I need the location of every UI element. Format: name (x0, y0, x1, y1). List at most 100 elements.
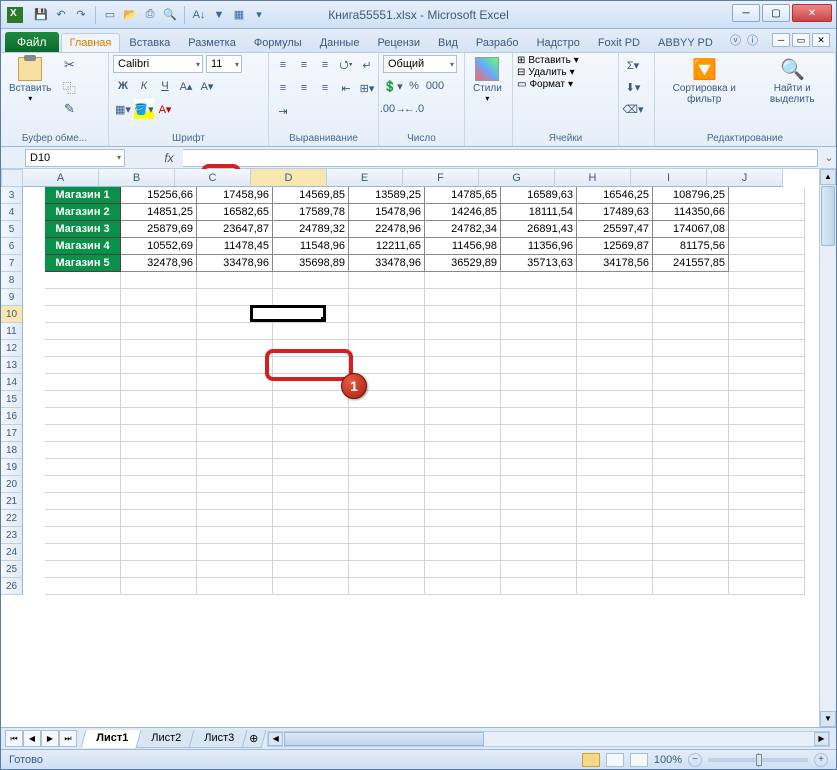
cell-H23[interactable] (577, 527, 653, 544)
row-header-13[interactable]: 13 (1, 357, 23, 374)
grow-font-button[interactable]: A▴ (176, 76, 196, 96)
cell-G8[interactable] (501, 272, 577, 289)
row-header-5[interactable]: 5 (1, 221, 23, 238)
sheet-next-button[interactable]: ▶ (41, 730, 59, 747)
cut-button[interactable] (59, 55, 79, 75)
borders-button[interactable]: ▦▾ (113, 99, 133, 119)
cell-C3[interactable]: 17458,96 (197, 187, 273, 204)
cell-F18[interactable] (425, 442, 501, 459)
cell-B25[interactable] (121, 561, 197, 578)
cell-J23[interactable] (729, 527, 805, 544)
cell-J6[interactable] (729, 238, 805, 255)
cell-C18[interactable] (197, 442, 273, 459)
cell-C25[interactable] (197, 561, 273, 578)
cell-F6[interactable]: 11456,98 (425, 238, 501, 255)
cell-A9[interactable] (45, 289, 121, 306)
cell-D22[interactable] (273, 510, 349, 527)
cell-A14[interactable] (45, 374, 121, 391)
cell-G26[interactable] (501, 578, 577, 595)
row-header-6[interactable]: 6 (1, 238, 23, 255)
cell-J21[interactable] (729, 493, 805, 510)
cell-F8[interactable] (425, 272, 501, 289)
formula-bar-expand-icon[interactable]: ⌄ (822, 151, 836, 164)
cell-I23[interactable] (653, 527, 729, 544)
cell-G5[interactable]: 26891,43 (501, 221, 577, 238)
tab-data[interactable]: Данные (311, 33, 369, 52)
cell-I14[interactable] (653, 374, 729, 391)
cell-G7[interactable]: 35713,63 (501, 255, 577, 272)
cell-D9[interactable] (273, 289, 349, 306)
column-header-F[interactable]: F (403, 169, 479, 187)
column-header-B[interactable]: B (99, 169, 175, 187)
cell-J17[interactable] (729, 425, 805, 442)
cell-J20[interactable] (729, 476, 805, 493)
cell-H17[interactable] (577, 425, 653, 442)
cell-F12[interactable] (425, 340, 501, 357)
cell-G12[interactable] (501, 340, 577, 357)
cell-A18[interactable] (45, 442, 121, 459)
cell-C12[interactable] (197, 340, 273, 357)
merge-button[interactable]: ⊞▾ (357, 78, 377, 98)
cell-A17[interactable] (45, 425, 121, 442)
file-tab[interactable]: Файл (5, 32, 59, 52)
cell-B19[interactable] (121, 459, 197, 476)
cell-B4[interactable]: 14851,25 (121, 204, 197, 221)
cell-G9[interactable] (501, 289, 577, 306)
cell-C6[interactable]: 11478,45 (197, 238, 273, 255)
cell-H6[interactable]: 12569,87 (577, 238, 653, 255)
cell-D8[interactable] (273, 272, 349, 289)
align-center-button[interactable]: ≡ (294, 78, 314, 98)
cell-D15[interactable] (273, 391, 349, 408)
cell-A12[interactable] (45, 340, 121, 357)
cell-B14[interactable] (121, 374, 197, 391)
mdi-minimize-button[interactable]: ─ (772, 33, 790, 47)
qat-table-icon[interactable]: ▦ (231, 7, 247, 23)
cell-C9[interactable] (197, 289, 273, 306)
tab-abbyy[interactable]: ABBYY PD (649, 33, 722, 52)
orientation-button[interactable]: ⭯▾ (336, 55, 356, 75)
align-left-button[interactable]: ≡ (273, 78, 293, 98)
cell-C24[interactable] (197, 544, 273, 561)
percent-button[interactable]: % (404, 76, 424, 96)
cell-B8[interactable] (121, 272, 197, 289)
row-header-3[interactable]: 3 (1, 187, 23, 204)
cell-A24[interactable] (45, 544, 121, 561)
align-right-button[interactable]: ≡ (315, 78, 335, 98)
sheet-last-button[interactable]: ⏭ (59, 730, 77, 747)
column-header-I[interactable]: I (631, 169, 707, 187)
mdi-close-button[interactable]: ✕ (812, 33, 830, 47)
cell-E21[interactable] (349, 493, 425, 510)
qat-filter-icon[interactable]: ▼ (211, 7, 227, 23)
cell-G3[interactable]: 16589,63 (501, 187, 577, 204)
cell-H11[interactable] (577, 323, 653, 340)
cell-D7[interactable]: 35698,89 (273, 255, 349, 272)
cell-C5[interactable]: 23647,87 (197, 221, 273, 238)
column-header-H[interactable]: H (555, 169, 631, 187)
cell-A20[interactable] (45, 476, 121, 493)
cell-D12[interactable] (273, 340, 349, 357)
fill-color-button[interactable]: 🪣▾ (134, 99, 154, 119)
cell-D11[interactable] (273, 323, 349, 340)
cell-H9[interactable] (577, 289, 653, 306)
column-header-D[interactable]: D (251, 169, 327, 187)
cell-G23[interactable] (501, 527, 577, 544)
cell-I24[interactable] (653, 544, 729, 561)
zoom-in-button[interactable]: + (814, 753, 828, 767)
cell-F14[interactable] (425, 374, 501, 391)
cell-A11[interactable] (45, 323, 121, 340)
cell-E11[interactable] (349, 323, 425, 340)
cell-F26[interactable] (425, 578, 501, 595)
cell-D23[interactable] (273, 527, 349, 544)
cell-D18[interactable] (273, 442, 349, 459)
tab-view[interactable]: Вид (429, 33, 467, 52)
cell-G20[interactable] (501, 476, 577, 493)
qat-new-icon[interactable]: ▭ (102, 7, 118, 23)
cell-I22[interactable] (653, 510, 729, 527)
cell-F15[interactable] (425, 391, 501, 408)
cell-A15[interactable] (45, 391, 121, 408)
cell-E16[interactable] (349, 408, 425, 425)
vscroll-thumb[interactable] (821, 186, 835, 246)
row-header-9[interactable]: 9 (1, 289, 23, 306)
cell-D17[interactable] (273, 425, 349, 442)
cell-B9[interactable] (121, 289, 197, 306)
